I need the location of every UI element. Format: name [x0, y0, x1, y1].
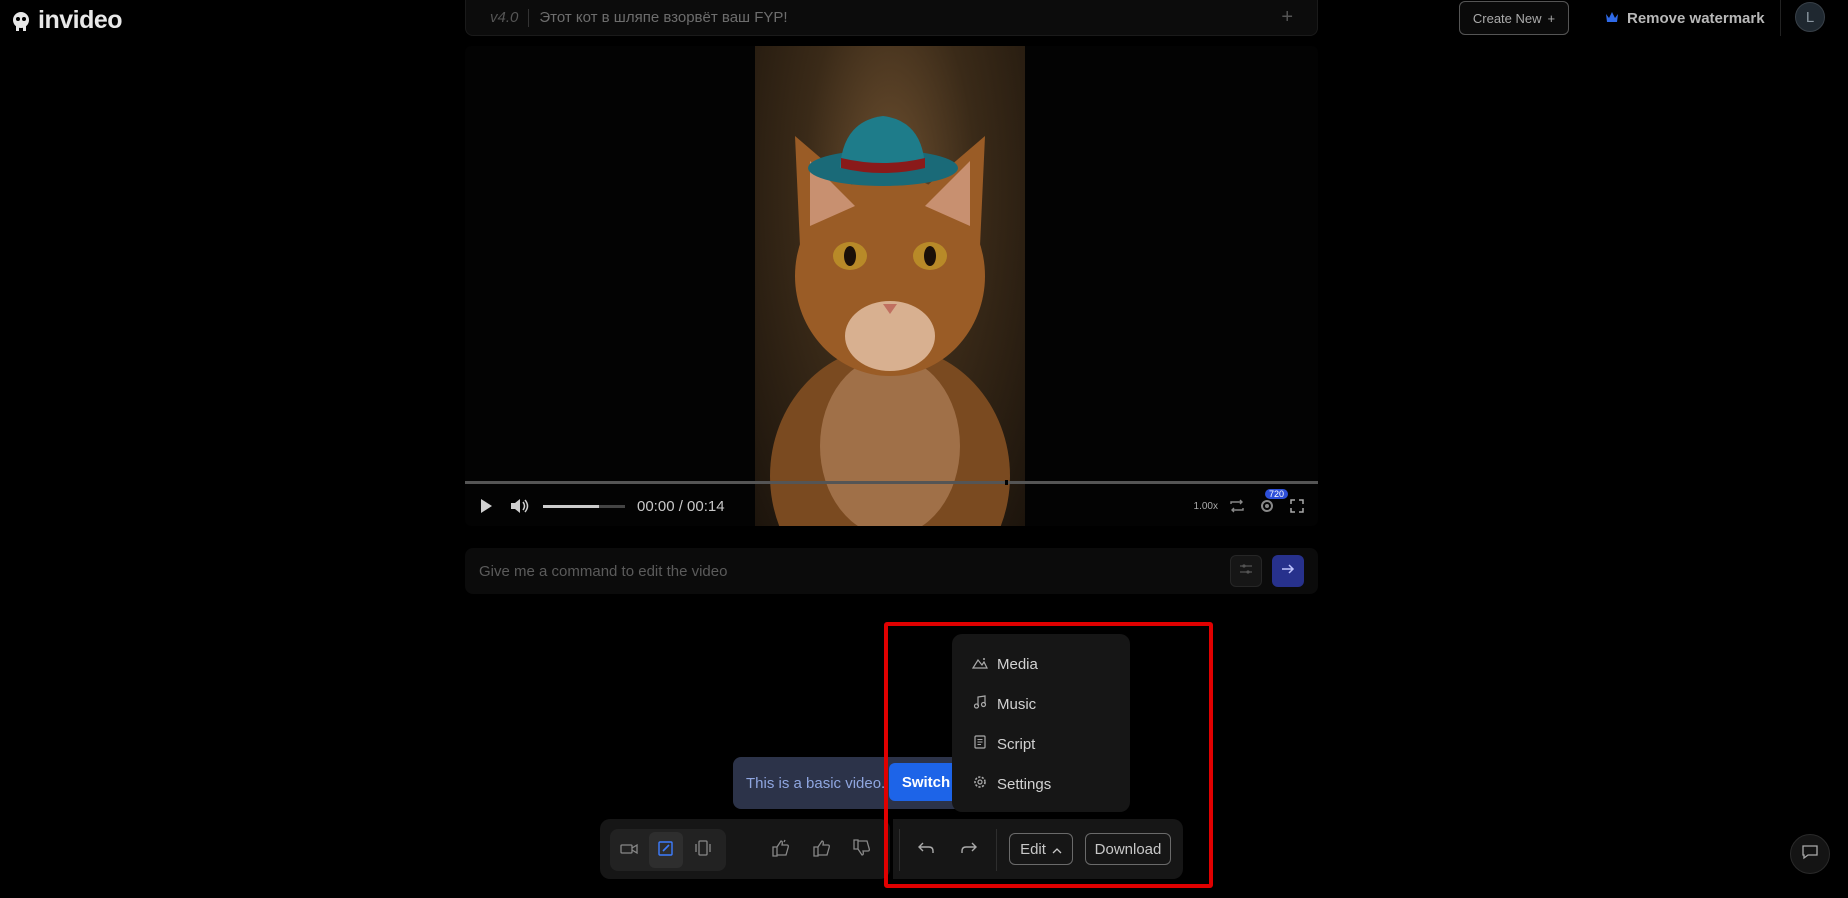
version-label: v4.0 — [490, 9, 519, 26]
menu-item-script[interactable]: Script — [952, 724, 1130, 764]
user-avatar[interactable]: L — [1795, 2, 1825, 32]
media-icon — [971, 656, 988, 673]
volume-level — [543, 504, 599, 508]
command-bar — [465, 548, 1318, 594]
vertical-mode-button[interactable] — [686, 832, 720, 868]
arrow-right-icon — [1281, 562, 1295, 580]
video-progress-bar[interactable] — [465, 481, 1318, 484]
plus-icon[interactable]: + — [1281, 6, 1293, 29]
camera-icon — [620, 841, 638, 860]
create-new-button[interactable]: Create New + — [1459, 1, 1569, 35]
playback-speed[interactable]: 1.00x — [1194, 501, 1218, 512]
remove-watermark-label: Remove watermark — [1627, 9, 1765, 27]
quality-gear-icon[interactable]: 720 — [1256, 489, 1288, 517]
menu-item-settings[interactable]: Settings — [952, 764, 1130, 804]
thumbs-down-button[interactable] — [845, 832, 879, 868]
menu-item-label: Settings — [997, 775, 1052, 793]
vertical-frame-icon — [694, 839, 712, 861]
fullscreen-icon[interactable] — [1286, 495, 1308, 517]
edit-menu: Media Music Script Settings — [952, 634, 1130, 812]
title-divider — [528, 8, 530, 27]
menu-item-media[interactable]: Media — [952, 644, 1130, 684]
banner-text: This is a basic video. — [746, 774, 886, 792]
project-title[interactable]: Этот кот в шляпе взорвёт ваш FYP! — [539, 9, 1271, 26]
thumbs-down-icon — [852, 838, 872, 862]
thumbs-up-double-icon — [771, 839, 793, 862]
menu-item-label: Script — [997, 735, 1036, 753]
edit-mode-button[interactable] — [649, 832, 683, 868]
time-display: 00:00 / 00:14 — [637, 497, 725, 515]
chevron-up-icon — [1052, 841, 1062, 858]
loop-icon[interactable] — [1226, 495, 1248, 517]
progress-marker — [1005, 480, 1008, 485]
player-controls: 00:00 / 00:14 1.00x 720 — [465, 486, 1318, 526]
undo-button[interactable] — [909, 832, 943, 868]
menu-item-music[interactable]: Music — [952, 684, 1130, 724]
chat-icon — [1801, 844, 1819, 865]
toolbar-divider — [996, 829, 997, 871]
edit-video-icon — [658, 840, 674, 861]
download-button[interactable]: Download — [1085, 833, 1171, 865]
remove-watermark-button[interactable]: Remove watermark — [1605, 4, 1765, 32]
sliders-icon — [1239, 562, 1253, 580]
video-player[interactable]: 00:00 / 00:14 1.00x 720 — [465, 46, 1318, 526]
gear-icon — [972, 774, 988, 794]
redo-icon — [961, 841, 977, 859]
project-title-bar[interactable]: v4.0 Этот кот в шляпе взорвёт ваш FYP! + — [465, 0, 1318, 36]
edit-label: Edit — [1020, 840, 1046, 858]
video-frame-cat — [755, 46, 1025, 526]
camera-mode-button[interactable] — [612, 832, 646, 868]
toolbar-divider — [899, 829, 900, 871]
music-icon — [972, 695, 988, 713]
thumbs-up-button[interactable] — [805, 832, 839, 868]
edit-button[interactable]: Edit — [1009, 833, 1073, 865]
menu-item-label: Music — [997, 695, 1037, 713]
undo-icon — [918, 841, 934, 859]
thumbs-up-icon — [812, 839, 832, 862]
quality-badge: 720 — [1264, 489, 1288, 499]
double-thumbs-up-button[interactable] — [765, 832, 799, 868]
options-button[interactable] — [1230, 555, 1262, 587]
menu-item-label: Media — [997, 655, 1038, 673]
play-icon[interactable] — [475, 495, 497, 517]
crown-icon — [1605, 10, 1619, 27]
plus-icon: + — [1547, 10, 1556, 26]
redo-button[interactable] — [952, 832, 986, 868]
invideo-logo[interactable]: invideo — [10, 6, 123, 35]
logo-icon — [10, 10, 32, 32]
send-button[interactable] — [1272, 555, 1304, 587]
volume-icon[interactable] — [509, 495, 531, 517]
cat-image — [770, 116, 1010, 526]
command-input[interactable] — [479, 562, 1220, 580]
volume-slider[interactable] — [543, 504, 625, 508]
chat-button[interactable] — [1790, 834, 1830, 874]
create-new-label: Create New — [1472, 10, 1542, 26]
header-divider — [1780, 0, 1781, 36]
script-icon — [972, 735, 988, 753]
logo-text: invideo — [38, 6, 123, 34]
